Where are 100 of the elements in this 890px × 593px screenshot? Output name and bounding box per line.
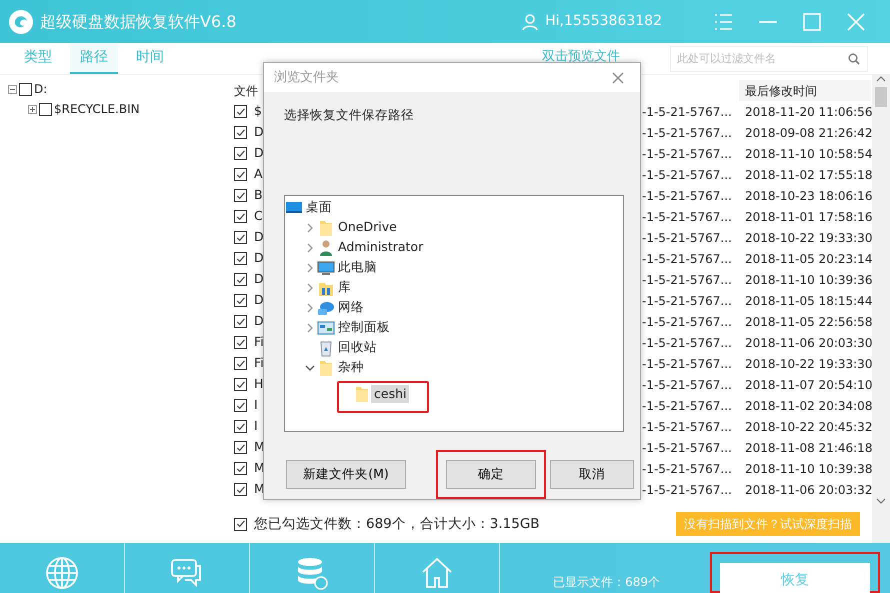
search-icon xyxy=(848,52,860,64)
dialog-button[interactable]: 确定 xyxy=(446,460,536,489)
modified-time: 2018-11-02 17:55:18 xyxy=(744,166,871,184)
checkbox[interactable] xyxy=(39,102,52,116)
user-icon xyxy=(317,238,335,257)
column-header: 最后修改时间 xyxy=(739,80,871,101)
checkbox[interactable] xyxy=(234,210,247,223)
modified-time: 2018-11-06 20:03:30 xyxy=(744,334,871,352)
modified-time: 2018-10-22 19:33:30 xyxy=(744,230,871,246)
expand-icon[interactable] xyxy=(305,222,315,233)
tree-item[interactable]: 控制面板 xyxy=(335,318,393,337)
checkbox[interactable] xyxy=(19,82,32,96)
scrollbar-thumb[interactable] xyxy=(875,87,887,107)
expand-icon[interactable] xyxy=(305,322,315,333)
tree-item[interactable]: 此电脑 xyxy=(335,258,380,277)
modified-time: 2018-11-20 11:06:56 xyxy=(744,104,871,120)
column-header: 文件 xyxy=(234,84,258,98)
tree-item[interactable]: 网络 xyxy=(335,298,367,317)
user-label: Hi,15553863182 xyxy=(545,12,662,31)
checkbox[interactable] xyxy=(234,105,247,118)
tree-item[interactable]: 杂种 xyxy=(335,358,367,377)
checkbox[interactable] xyxy=(234,357,247,370)
modified-time: 2018-09-08 21:26:42 xyxy=(744,124,871,142)
file-path: -1-5-21-5767... xyxy=(642,230,733,246)
checkbox[interactable] xyxy=(234,273,247,286)
dialog-button[interactable]: 取消 xyxy=(550,460,634,489)
scroll-down-icon xyxy=(876,497,886,505)
modified-time: 2018-10-22 19:33:30 xyxy=(744,356,871,372)
collapse-icon[interactable] xyxy=(305,362,315,373)
file-name: D xyxy=(254,145,264,160)
checkbox[interactable] xyxy=(234,315,247,328)
search-field[interactable]: 此处可以过滤文件名 xyxy=(670,46,868,72)
dialog-title: 浏览文件夹 xyxy=(274,68,339,87)
tree-item[interactable]: OneDrive xyxy=(335,218,400,237)
modified-time: 2018-11-10 10:39:36 xyxy=(744,272,871,288)
file-name: D xyxy=(254,124,264,140)
checkbox[interactable] xyxy=(234,378,247,391)
dialog-button[interactable]: 新建文件夹(M) xyxy=(286,460,406,489)
modified-time: 2018-11-05 18:15:44 xyxy=(744,292,871,310)
control-panel-icon xyxy=(317,318,335,337)
checkbox[interactable] xyxy=(234,168,247,181)
checkbox[interactable] xyxy=(234,420,247,433)
expand-icon[interactable] xyxy=(28,104,37,114)
checkbox[interactable] xyxy=(234,294,247,307)
file-name: D xyxy=(254,271,264,286)
modified-time: 2018-11-10 10:39:38 xyxy=(744,460,871,478)
checkbox[interactable] xyxy=(234,147,247,160)
modified-time: 2018-11-07 20:54:10 xyxy=(744,376,871,394)
file-path: -1-5-21-5767... xyxy=(642,272,733,288)
file-path: -1-5-21-5767... xyxy=(642,460,733,478)
modified-time: 2018-11-06 20:03:32 xyxy=(744,482,871,498)
tree-item[interactable]: ceshi xyxy=(371,384,410,404)
file-path: -1-5-21-5767... xyxy=(642,292,733,310)
file-path: -1-5-21-5767... xyxy=(642,314,733,330)
collapse-icon[interactable] xyxy=(8,84,17,94)
file-name: D xyxy=(254,313,264,328)
file-name: B xyxy=(254,187,263,202)
file-path: -1-5-21-5767... xyxy=(642,418,733,436)
file-path: -1-5-21-5767... xyxy=(642,124,733,142)
file-name: I xyxy=(254,418,258,434)
tree-item[interactable]: 库 xyxy=(335,278,354,297)
checkbox[interactable] xyxy=(234,231,247,244)
modified-time: 2018-10-23 18:06:16 xyxy=(744,188,871,204)
tree-item[interactable]: Administrator xyxy=(335,238,426,257)
file-path: -1-5-21-5767... xyxy=(642,250,733,268)
modified-time: 2018-11-08 21:46:18 xyxy=(744,440,871,456)
file-name: D xyxy=(254,292,264,308)
tree-item[interactable]: 回收站 xyxy=(335,338,380,357)
tree-item[interactable]: D: xyxy=(34,80,48,98)
file-path: -1-5-21-5767... xyxy=(642,146,733,162)
checkbox[interactable] xyxy=(234,252,247,265)
expand-icon[interactable] xyxy=(305,302,315,313)
select-all-checkbox[interactable] xyxy=(234,518,247,530)
tree-item[interactable]: $RECYCLE.BIN xyxy=(54,100,140,118)
file-path: -1-5-21-5767... xyxy=(642,356,733,372)
scrollbar[interactable] xyxy=(872,75,890,543)
tree-item[interactable]: 桌面 xyxy=(303,198,335,217)
file-path: -1-5-21-5767... xyxy=(642,482,733,498)
file-name: Fi xyxy=(254,334,264,350)
expand-icon[interactable] xyxy=(305,242,315,253)
modified-time: 2018-11-02 20:34:08 xyxy=(744,398,871,414)
checkbox[interactable] xyxy=(234,441,247,454)
user-icon xyxy=(521,12,540,30)
modified-time: 2018-11-01 17:58:16 xyxy=(744,208,871,226)
checkbox[interactable] xyxy=(234,462,247,475)
modified-time: 2018-11-05 20:23:14 xyxy=(744,250,871,268)
expand-icon[interactable] xyxy=(305,262,315,273)
selection-summary: 您已勾选文件数：689个，合计大小：3.15GB xyxy=(254,514,540,534)
file-path: -1-5-21-5767... xyxy=(642,376,733,394)
file-name: H xyxy=(254,376,264,392)
close-icon[interactable] xyxy=(611,70,625,85)
checkbox[interactable] xyxy=(234,399,247,412)
checkbox[interactable] xyxy=(234,336,247,349)
checkbox[interactable] xyxy=(234,126,247,139)
checkbox[interactable] xyxy=(234,483,247,496)
expand-icon[interactable] xyxy=(305,282,315,293)
file-name: Fi xyxy=(254,355,264,370)
folder-icon xyxy=(353,384,371,403)
preview-hint: 双击预览文件 xyxy=(542,48,620,66)
checkbox[interactable] xyxy=(234,189,247,202)
